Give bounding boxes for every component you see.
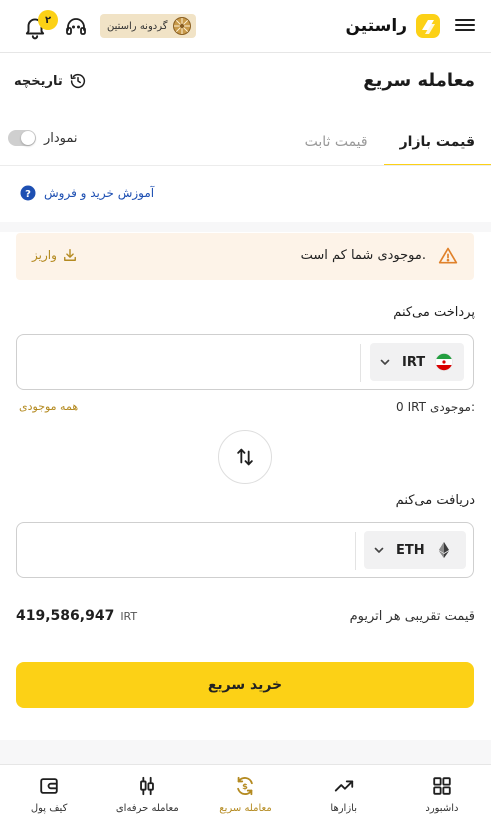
alert-message: موجودی شما کم است. (300, 248, 426, 263)
prize-wheel-button[interactable]: گردونه راستین (100, 14, 196, 38)
receive-amount-input[interactable] (25, 531, 347, 569)
help-circle-icon: ? (20, 185, 36, 201)
receive-label: دریافت می‌کنم (395, 493, 475, 508)
tutorial-label: آموزش خرید و فروش (44, 186, 155, 200)
nav-label-quick-trade: معامله سریع (219, 803, 272, 814)
notification-badge: ۲ (38, 10, 58, 30)
approx-price-label: قیمت تقریبی هر اتریوم (349, 609, 475, 624)
support-headset-icon[interactable] (64, 15, 88, 39)
balance-label: موجودی: (429, 400, 475, 414)
approx-price-currency: IRT (120, 610, 138, 623)
chevron-down-icon (374, 547, 384, 553)
receive-amount-box: ETH (16, 522, 474, 578)
approx-price-value: 419,586,947 (16, 608, 115, 624)
tab-market-price[interactable]: قیمت بازار (383, 118, 491, 166)
pay-balance: موجودی: IRT 0 (396, 400, 475, 414)
swap-button[interactable] (218, 430, 272, 484)
chart-toggle-label: نمودار (44, 130, 78, 146)
nav-label-markets: بازارها (330, 803, 357, 814)
nav-item-quick-trade[interactable]: $ معامله سریع (196, 765, 294, 827)
prize-wheel-icon (172, 17, 191, 35)
deposit-button[interactable]: واریز (32, 248, 77, 262)
hamburger-menu-icon[interactable] (455, 16, 475, 36)
pay-amount-input[interactable] (25, 343, 355, 381)
nav-item-markets[interactable]: بازارها (295, 765, 393, 827)
pay-currency-select[interactable]: IRT (370, 343, 464, 381)
balance-currency: IRT (407, 400, 426, 414)
rastin-logo-icon (416, 14, 440, 38)
balance-value: 0 (395, 400, 404, 414)
pay-currency-symbol: IRT (402, 354, 426, 370)
deposit-label: واریز (32, 248, 57, 262)
pay-divider (360, 344, 361, 382)
chart-toggle: نمودار (8, 130, 78, 146)
nav-label-wallet: کیف پول (30, 803, 68, 814)
receive-currency-select[interactable]: ETH (364, 531, 466, 569)
nav-label-pro-trade: معامله حرفه‌ای (115, 803, 179, 814)
chevron-down-icon (380, 359, 390, 365)
history-clock-icon (70, 73, 85, 89)
warning-icon (438, 247, 458, 264)
low-balance-alert: موجودی شما کم است. واریز (16, 233, 474, 280)
markets-icon (334, 780, 353, 792)
iran-flag-icon (435, 353, 453, 371)
nav-item-dashboard[interactable]: داشبورد (393, 765, 491, 827)
page-title: معامله سریع (363, 70, 475, 91)
tutorial-link[interactable]: ? آموزش خرید و فروش (20, 185, 154, 201)
wallet-icon (40, 778, 58, 794)
bottom-separator (0, 740, 491, 764)
bottom-navigation: داشبورد بازارها $ معامله سریع معامله حرف… (0, 764, 491, 827)
dashboard-icon (433, 777, 451, 795)
all-balance-link[interactable]: همه موجودی (19, 400, 78, 413)
svg-text:?: ? (25, 189, 31, 200)
approx-price: 419,586,947 IRT (16, 608, 137, 624)
section-separator (0, 222, 491, 232)
download-icon (63, 249, 76, 261)
swap-arrows-icon (237, 448, 253, 466)
quick-buy-button[interactable]: خرید سریع (16, 662, 474, 708)
pay-label: پرداخت می‌کنم (393, 305, 475, 320)
receive-divider (355, 532, 356, 570)
price-type-tabs: قیمت بازار قیمت ثابت (289, 118, 491, 166)
chart-toggle-switch[interactable] (8, 130, 36, 146)
tabs-divider (0, 165, 491, 166)
history-label: تاریخچه (14, 73, 63, 89)
quick-trade-icon: $ (237, 776, 254, 796)
brand-name: راستین (345, 16, 407, 36)
pay-amount-box: IRT (16, 334, 474, 390)
nav-label-dashboard: داشبورد (425, 803, 459, 814)
pro-trade-icon (140, 776, 155, 796)
prize-wheel-label: گردونه راستین (107, 20, 168, 32)
svg-text:$: $ (243, 781, 249, 791)
receive-currency-symbol: ETH (396, 542, 425, 558)
top-bar: راستین ۲ گردونه راستین (0, 0, 491, 53)
tab-fixed-price[interactable]: قیمت ثابت (289, 118, 384, 166)
nav-item-pro-trade[interactable]: معامله حرفه‌ای (98, 765, 196, 827)
app: راستین ۲ گردونه راستین معامله سریع تاریخ… (0, 0, 491, 827)
history-button[interactable]: تاریخچه (14, 72, 87, 90)
brand[interactable]: راستین (345, 9, 443, 43)
ethereum-icon (438, 542, 449, 558)
nav-item-wallet[interactable]: کیف پول (0, 765, 98, 827)
